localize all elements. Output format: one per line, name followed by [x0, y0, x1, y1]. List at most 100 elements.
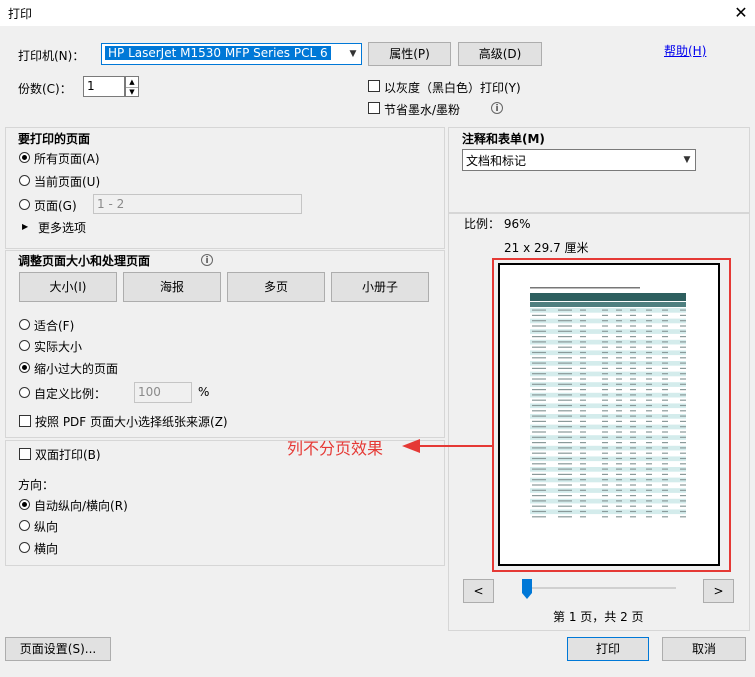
- shrink-radio[interactable]: [19, 362, 30, 373]
- thumb-cell-text: [532, 442, 546, 444]
- paper-size-label: 21 x 29.7 厘米: [504, 241, 589, 255]
- portrait-radio[interactable]: [19, 520, 30, 531]
- thumb-cell-text: [532, 362, 546, 364]
- thumb-table-title: [530, 293, 686, 301]
- thumb-cell-text: [646, 399, 652, 401]
- thumb-cell-text: [616, 516, 622, 518]
- landscape-radio[interactable]: [19, 542, 30, 553]
- thumb-cell-text: [580, 452, 586, 454]
- copies-stepper[interactable]: ▲ ▼: [125, 76, 139, 97]
- thumb-cell-text: [580, 362, 586, 364]
- thumb-cell-text: [630, 325, 636, 327]
- thumb-cell-text: [630, 484, 636, 486]
- thumb-cell-text: [602, 463, 608, 465]
- thumb-cell-text: [646, 473, 652, 475]
- thumb-cell-text: [646, 320, 652, 322]
- stepper-up-icon[interactable]: ▲: [126, 77, 138, 88]
- thumb-cell-text: [646, 389, 652, 391]
- thumb-cell-text: [602, 479, 608, 481]
- next-page-button[interactable]: >: [703, 579, 734, 603]
- actual-size-radio[interactable]: [19, 340, 30, 351]
- pages-radio[interactable]: [19, 199, 30, 210]
- current-page-radio[interactable]: [19, 175, 30, 186]
- thumb-cell-text: [630, 346, 636, 348]
- booklet-tab-button[interactable]: 小册子: [331, 272, 429, 302]
- thumb-cell-text: [558, 367, 572, 369]
- multiple-tab-button[interactable]: 多页: [227, 272, 325, 302]
- thumb-cell-text: [662, 346, 668, 348]
- thumb-cell-text: [646, 489, 652, 491]
- fit-radio[interactable]: [19, 319, 30, 330]
- expand-arrow-icon[interactable]: ▶: [22, 222, 28, 231]
- grayscale-label: 以灰度（黑白色）打印(Y): [384, 81, 521, 95]
- advanced-button[interactable]: 高级(D): [458, 42, 542, 66]
- page-slider-track[interactable]: [522, 587, 676, 589]
- all-pages-label: 所有页面(A): [34, 152, 100, 166]
- thumb-cell-text: [616, 495, 622, 497]
- thumb-cell-text: [646, 362, 652, 364]
- duplex-checkbox[interactable]: [19, 448, 31, 460]
- thumb-cell-text: [646, 431, 652, 433]
- print-button[interactable]: 打印: [567, 637, 649, 661]
- thumb-cell-text: [616, 505, 622, 507]
- prev-page-button[interactable]: <: [463, 579, 494, 603]
- thumb-cell-text: [662, 516, 668, 518]
- thumb-cell-text: [646, 415, 652, 417]
- thumb-cell-text: [602, 378, 608, 380]
- help-link[interactable]: 帮助(H): [664, 42, 706, 59]
- thumb-cell-text: [616, 389, 622, 391]
- thumb-cell-text: [646, 510, 652, 513]
- thumb-cell-text: [602, 468, 608, 470]
- thumb-cell-text: [616, 452, 622, 454]
- thumb-cell-text: [580, 378, 586, 380]
- thumb-cell-text: [558, 426, 572, 428]
- close-icon[interactable]: ✕: [730, 2, 752, 24]
- info-icon[interactable]: i: [491, 102, 503, 114]
- thumb-cell-text: [558, 510, 572, 513]
- copies-input[interactable]: 1: [83, 76, 125, 97]
- comments-select[interactable]: 文档和标记 ▼: [462, 149, 696, 171]
- save-ink-checkbox[interactable]: [368, 102, 380, 114]
- poster-tab-button[interactable]: 海报: [123, 272, 221, 302]
- size-tab-button[interactable]: 大小(I): [19, 272, 117, 302]
- thumb-cell-text: [630, 442, 636, 444]
- thumb-cell-text: [580, 367, 586, 369]
- thumb-cell-text: [616, 436, 622, 438]
- stepper-down-icon[interactable]: ▼: [126, 88, 138, 97]
- thumb-cell-text: [558, 351, 572, 354]
- thumb-cell-text: [558, 495, 572, 497]
- paper-source-checkbox[interactable]: [19, 415, 31, 427]
- properties-button[interactable]: 属性(P): [368, 42, 451, 66]
- thumb-cell-text: [558, 452, 572, 454]
- custom-scale-input[interactable]: 100: [134, 382, 192, 403]
- thumb-cell-text: [680, 336, 686, 338]
- thumb-cell-text: [646, 314, 652, 316]
- thumb-cell-text: [646, 468, 652, 470]
- thumb-cell-text: [630, 357, 636, 359]
- thumb-cell-text: [580, 516, 586, 518]
- thumb-cell-text: [580, 447, 586, 449]
- page-slider-thumb[interactable]: [522, 579, 532, 599]
- thumb-cell-text: [602, 447, 608, 449]
- printer-select[interactable]: HP LaserJet M1530 MFP Series PCL 6 ▼: [101, 43, 362, 65]
- pages-range-input[interactable]: 1 - 2: [93, 194, 302, 214]
- thumb-cell-text: [662, 320, 668, 322]
- thumb-cell-text: [646, 457, 652, 460]
- thumb-cell-text: [580, 314, 586, 316]
- thumb-cell-text: [558, 420, 572, 422]
- thumb-cell-text: [580, 500, 586, 502]
- thumb-cell-text: [558, 463, 572, 465]
- auto-orientation-radio[interactable]: [19, 499, 30, 510]
- duplex-label: 双面打印(B): [35, 448, 101, 462]
- all-pages-radio[interactable]: [19, 152, 30, 163]
- thumb-cell-text: [662, 389, 668, 391]
- page-setup-button[interactable]: 页面设置(S)...: [5, 637, 111, 661]
- custom-scale-radio[interactable]: [19, 387, 30, 398]
- info-icon[interactable]: i: [201, 254, 213, 266]
- grayscale-checkbox[interactable]: [368, 80, 380, 92]
- thumb-cell-text: [558, 442, 572, 444]
- thumb-cell-text: [680, 473, 686, 475]
- thumb-cell-text: [616, 489, 622, 491]
- cancel-button[interactable]: 取消: [662, 637, 746, 661]
- more-options-label[interactable]: 更多选项: [38, 219, 86, 236]
